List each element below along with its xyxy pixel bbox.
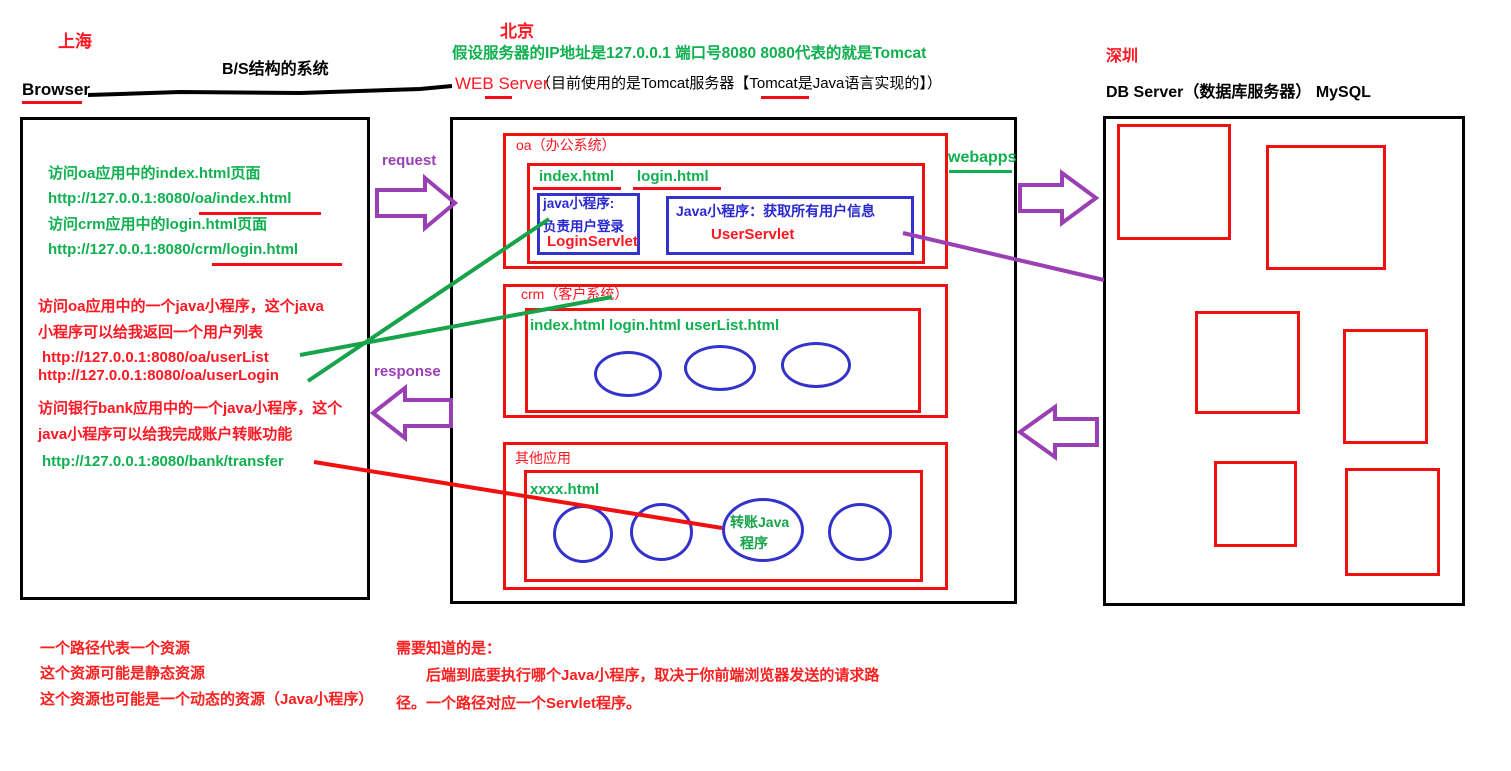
- other-ellipse-4: [828, 503, 892, 561]
- oa-login-file-underline: [633, 187, 721, 190]
- request-arrow: [375, 173, 459, 233]
- footer-left-notes: 一个路径代表一个资源 这个资源可能是静态资源 这个资源也可能是一个动态的资源（J…: [40, 640, 373, 708]
- label-webapps: webapps: [948, 149, 1017, 166]
- label-web-server: WEB Server: [455, 74, 549, 93]
- label-beijing: 北京: [500, 22, 534, 41]
- browser-note-line: 访问银行bank应用中的一个java小程序，这个: [38, 400, 343, 417]
- crm-ellipse-3: [781, 342, 851, 388]
- browser-note-line: 访问oa应用中的一个java小程序，这个java: [38, 298, 324, 315]
- browser-url-oa-userlogin: http://127.0.0.1:8080/oa/userLogin: [38, 366, 279, 384]
- crm-app-title: crm（客户系统）: [521, 286, 629, 302]
- webapps-underline: [949, 170, 1012, 173]
- label-db-server: DB Server（数据库服务器） MySQL: [1106, 84, 1371, 101]
- tomcat-underline: [761, 96, 809, 99]
- other-ellipse-1: [553, 505, 613, 563]
- label-shenzhen: 深圳: [1106, 48, 1139, 65]
- db-to-webserver-arrow: [1016, 403, 1099, 461]
- footer-left-line: 这个资源也可能是一个动态的资源（Java小程序）: [40, 690, 374, 708]
- browser-note-line: 访问crm应用中的login.html页面: [48, 215, 268, 233]
- db-table-box-6: [1345, 468, 1440, 576]
- footer-right-line: 径。一个路径对应一个Servlet程序。: [396, 694, 642, 712]
- db-table-box-5: [1214, 461, 1297, 547]
- browser-url-bank-transfer: http://127.0.0.1:8080/bank/transfer: [42, 453, 284, 470]
- footer-right-notes: 需要知道的是： 后端到底要执行哪个Java小程序，取决于你前端浏览器发送的请求路…: [396, 640, 880, 712]
- crm-files-line: index.html login.html userList.html: [530, 317, 780, 334]
- label-server-ip-note: 假设服务器的IP地址是127.0.0.1 端口号8080 8080代表的就是To…: [452, 45, 927, 62]
- browser-red-notes-1: 访问oa应用中的一个java小程序，这个java 小程序可以给我返回一个用户列表…: [38, 298, 324, 384]
- response-arrow: [369, 383, 453, 443]
- oa-app-title: oa（办公系统）: [516, 137, 616, 153]
- browser-note-line: 小程序可以给我返回一个用户列表: [38, 324, 264, 342]
- browser-note-line: 访问oa应用中的index.html页面: [48, 165, 261, 182]
- footer-right-line: 需要知道的是：: [396, 640, 502, 657]
- bs-connector-line: [87, 84, 453, 97]
- oa-index-underline: [199, 212, 321, 215]
- oa-file-login-html: login.html: [637, 168, 709, 185]
- oa-index-file-underline: [533, 187, 621, 190]
- login-servlet-name: LoginServlet: [547, 233, 638, 250]
- label-browser: Browser: [22, 80, 91, 99]
- label-bs-architecture: B/S结构的系统: [222, 61, 329, 78]
- login-servlet-desc1: java小程序:: [543, 196, 615, 211]
- browser-url-oa-userlist: http://127.0.0.1:8080/oa/userList: [42, 348, 269, 366]
- db-table-box-2: [1266, 145, 1386, 270]
- webserver-to-db-arrow: [1018, 169, 1100, 227]
- db-table-box-3: [1195, 311, 1300, 414]
- db-table-box-4: [1343, 329, 1428, 444]
- web-server-underline: [485, 96, 512, 99]
- footer-left-line: 一个路径代表一个资源: [40, 640, 191, 657]
- other-ellipse-2: [630, 503, 693, 561]
- user-servlet-name: UserServlet: [711, 226, 795, 243]
- crm-ellipse-1: [594, 351, 662, 397]
- browser-red-notes-2: 访问银行bank应用中的一个java小程序，这个 java小程序可以给我完成账户…: [38, 400, 343, 443]
- browser-underline: [22, 101, 82, 104]
- db-table-box-1: [1117, 124, 1231, 240]
- transfer-java-label-2: 程序: [740, 535, 768, 551]
- browser-note-line: java小程序可以给我完成账户转账功能: [38, 426, 293, 444]
- crm-login-underline: [212, 263, 342, 266]
- browser-green-notes: 访问oa应用中的index.html页面 http://127.0.0.1:80…: [48, 165, 298, 258]
- footer-left-line: 这个资源可能是静态资源: [40, 665, 206, 683]
- other-files-line: xxxx.html: [530, 481, 600, 498]
- label-shanghai: 上海: [58, 32, 92, 51]
- transfer-java-label-1: 转账Java: [730, 514, 790, 530]
- browser-url-crm-login: http://127.0.0.1:8080/crm/login.html: [48, 240, 299, 258]
- browser-url-oa-index: http://127.0.0.1:8080/oa/index.html: [48, 190, 292, 208]
- label-request: request: [382, 152, 437, 169]
- crm-ellipse-2: [684, 345, 756, 391]
- other-app-title: 其他应用: [515, 450, 571, 466]
- footer-right-line: 后端到底要执行哪个Java小程序，取决于你前端浏览器发送的请求路: [396, 667, 880, 685]
- label-web-server-note: （目前使用的是Tomcat服务器【Tomcat是Java语言实现的】）: [536, 75, 942, 92]
- label-response: response: [374, 363, 441, 380]
- oa-file-index-html: index.html: [539, 168, 615, 185]
- user-servlet-desc1: Java小程序：获取所有用户信息: [676, 203, 876, 219]
